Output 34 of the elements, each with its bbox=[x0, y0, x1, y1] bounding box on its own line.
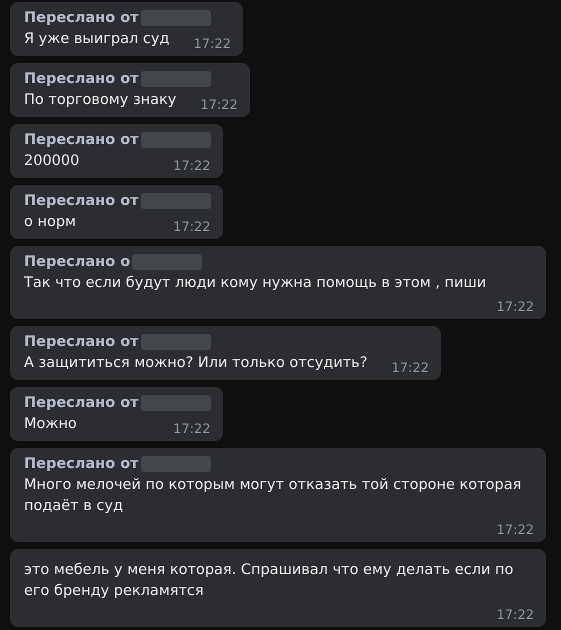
forwarded-label: Переслано от bbox=[24, 334, 139, 350]
forwarded-label: Переслано от bbox=[24, 71, 139, 87]
blurred-name bbox=[140, 132, 211, 148]
forwarded-label: Переслано от bbox=[24, 132, 139, 148]
blurred-name bbox=[140, 395, 211, 411]
forwarded-label: Переслано от bbox=[24, 456, 139, 472]
blurred-name bbox=[140, 334, 211, 350]
forwarded-label: Переслано от bbox=[24, 395, 139, 411]
blurred-name bbox=[140, 10, 211, 26]
message-time: 17:22 bbox=[496, 608, 534, 623]
message-time: 17:22 bbox=[496, 300, 534, 315]
message-text: Так что если будут люди кому нужна помощь в этом , пиши bbox=[24, 274, 486, 293]
message-time: 17:22 bbox=[496, 523, 534, 538]
message-text: Много мелочей по которым могут отказать той стороне которая подаёт в суд bbox=[24, 476, 522, 516]
blurred-name bbox=[140, 71, 211, 87]
forwarded-label: Переслано от bbox=[24, 10, 139, 26]
message-time: 17:22 bbox=[391, 361, 429, 376]
forwarded-label: Переслано о bbox=[24, 254, 130, 270]
blurred-name bbox=[140, 193, 211, 209]
message-text: это мебель у меня которая. Спрашивал что ему делать если по его бренду рекламятся bbox=[24, 561, 514, 601]
message-text: 200000 bbox=[24, 152, 80, 171]
message-text: А защититься можно? Или только отсудить? bbox=[24, 354, 368, 373]
message-time: 17:22 bbox=[173, 422, 211, 437]
message-time: 17:22 bbox=[173, 159, 211, 174]
forwarded-label: Переслано от bbox=[24, 193, 139, 209]
message-text: Я уже выиграл суд bbox=[24, 30, 170, 49]
blurred-name bbox=[132, 254, 202, 270]
message-time: 17:22 bbox=[193, 37, 231, 52]
message-text: Можно bbox=[24, 415, 77, 434]
message-time: 17:22 bbox=[173, 220, 211, 235]
blurred-name bbox=[140, 456, 211, 472]
message-time: 17:22 bbox=[200, 98, 238, 113]
message-text: о норм bbox=[24, 213, 76, 232]
message-text: По торговому знаку bbox=[24, 91, 176, 110]
